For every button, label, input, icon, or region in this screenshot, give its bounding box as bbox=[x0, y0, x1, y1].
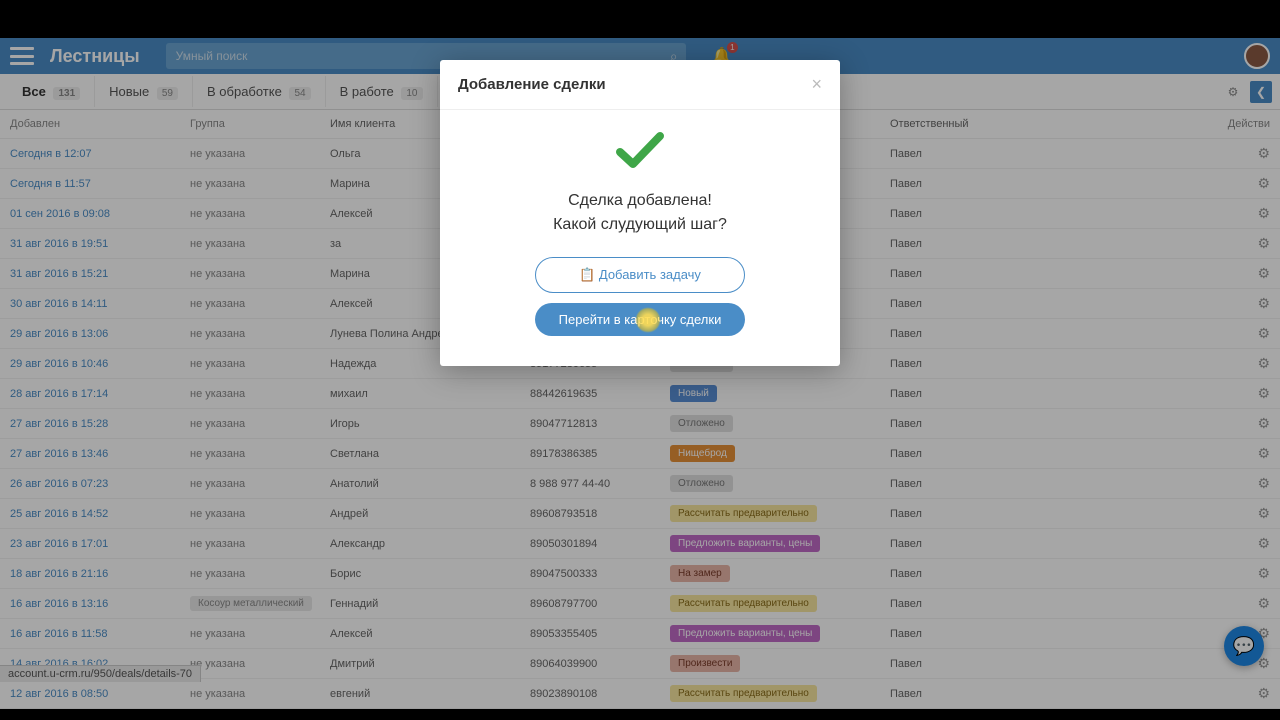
goto-deal-button[interactable]: Перейти в карточку сделки bbox=[535, 303, 745, 336]
check-icon bbox=[615, 130, 665, 170]
modal-title: Добавление сделки bbox=[458, 76, 606, 93]
add-deal-modal: Добавление сделки × Сделка добавлена! Ка… bbox=[440, 60, 840, 366]
add-task-button[interactable]: 📋 Добавить задачу bbox=[535, 257, 745, 293]
close-icon[interactable]: × bbox=[811, 74, 822, 95]
modal-message: Сделка добавлена! Какой слудующий шаг? bbox=[470, 189, 810, 237]
